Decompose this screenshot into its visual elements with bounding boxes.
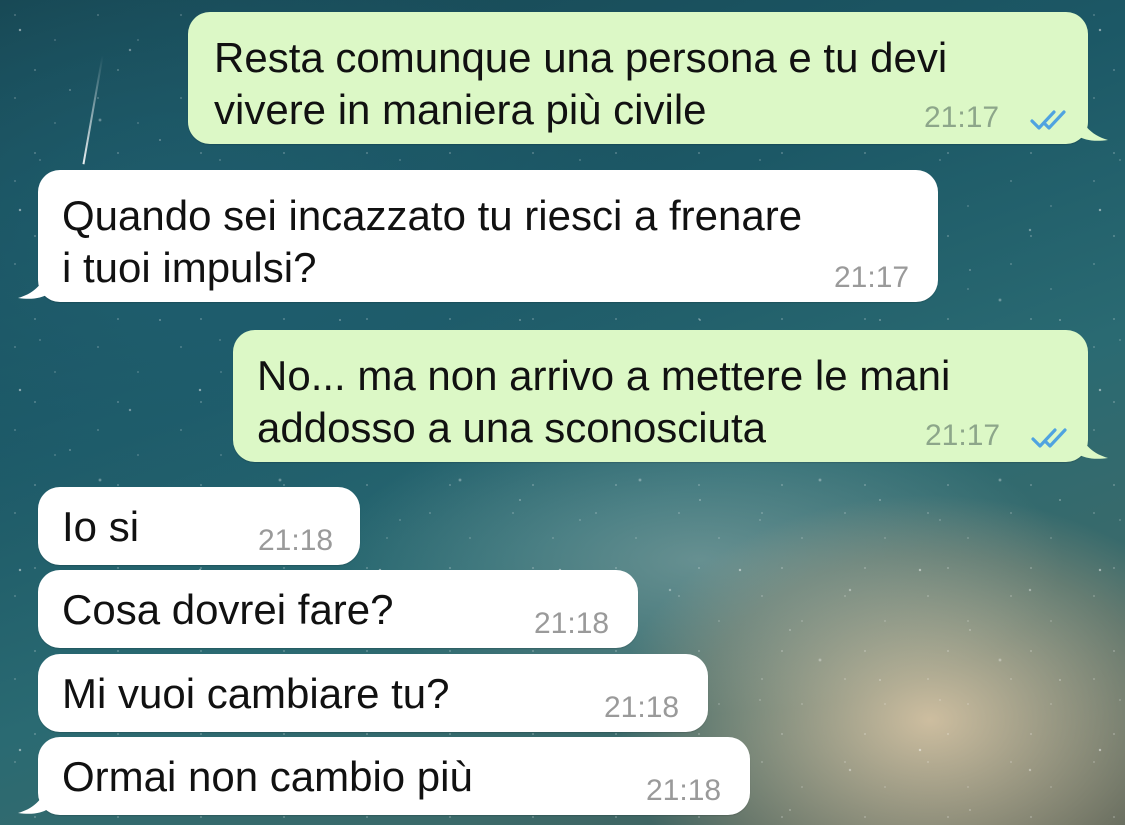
message-text: Mi vuoi cambiare tu? bbox=[62, 670, 450, 717]
read-ticks-icon bbox=[1030, 110, 1066, 130]
message-bubble-incoming[interactable]: Mi vuoi cambiare tu? 21:18 bbox=[38, 654, 708, 732]
bubble-tail bbox=[1078, 112, 1108, 141]
bubble-tail bbox=[1078, 430, 1108, 459]
message-time: 21:17 bbox=[924, 101, 1000, 134]
message-bubble-outgoing[interactable]: No... ma non arrivo a mettere le mani ad… bbox=[233, 330, 1108, 462]
message-text: Quando sei incazzato tu riesci a frenare… bbox=[62, 192, 803, 291]
message-text: Ormai non cambio più bbox=[62, 753, 473, 800]
read-ticks-icon bbox=[1031, 428, 1067, 448]
bubble-tail bbox=[18, 785, 48, 814]
message-time: 21:17 bbox=[834, 261, 910, 294]
message-time: 21:18 bbox=[258, 524, 334, 557]
message-bubble-incoming[interactable]: Quando sei incazzato tu riesci a frenare… bbox=[18, 170, 938, 302]
message-text: Io si bbox=[62, 503, 140, 550]
message-time: 21:17 bbox=[925, 419, 1001, 452]
message-time: 21:18 bbox=[646, 774, 722, 807]
bubble-tail bbox=[18, 270, 48, 299]
message-time: 21:18 bbox=[604, 691, 680, 724]
message-time: 21:18 bbox=[534, 607, 610, 640]
message-bubble-outgoing[interactable]: Resta comunque una persona e tu devi viv… bbox=[188, 12, 1108, 144]
message-text: Cosa dovrei fare? bbox=[62, 586, 394, 633]
message-bubble-incoming[interactable]: Ormai non cambio più 21:18 bbox=[18, 737, 750, 815]
message-bubble-incoming[interactable]: Io si 21:18 bbox=[38, 487, 360, 565]
message-bubble-incoming[interactable]: Cosa dovrei fare? 21:18 bbox=[38, 570, 638, 648]
chat-thread: Resta comunque una persona e tu devi viv… bbox=[0, 0, 1125, 825]
